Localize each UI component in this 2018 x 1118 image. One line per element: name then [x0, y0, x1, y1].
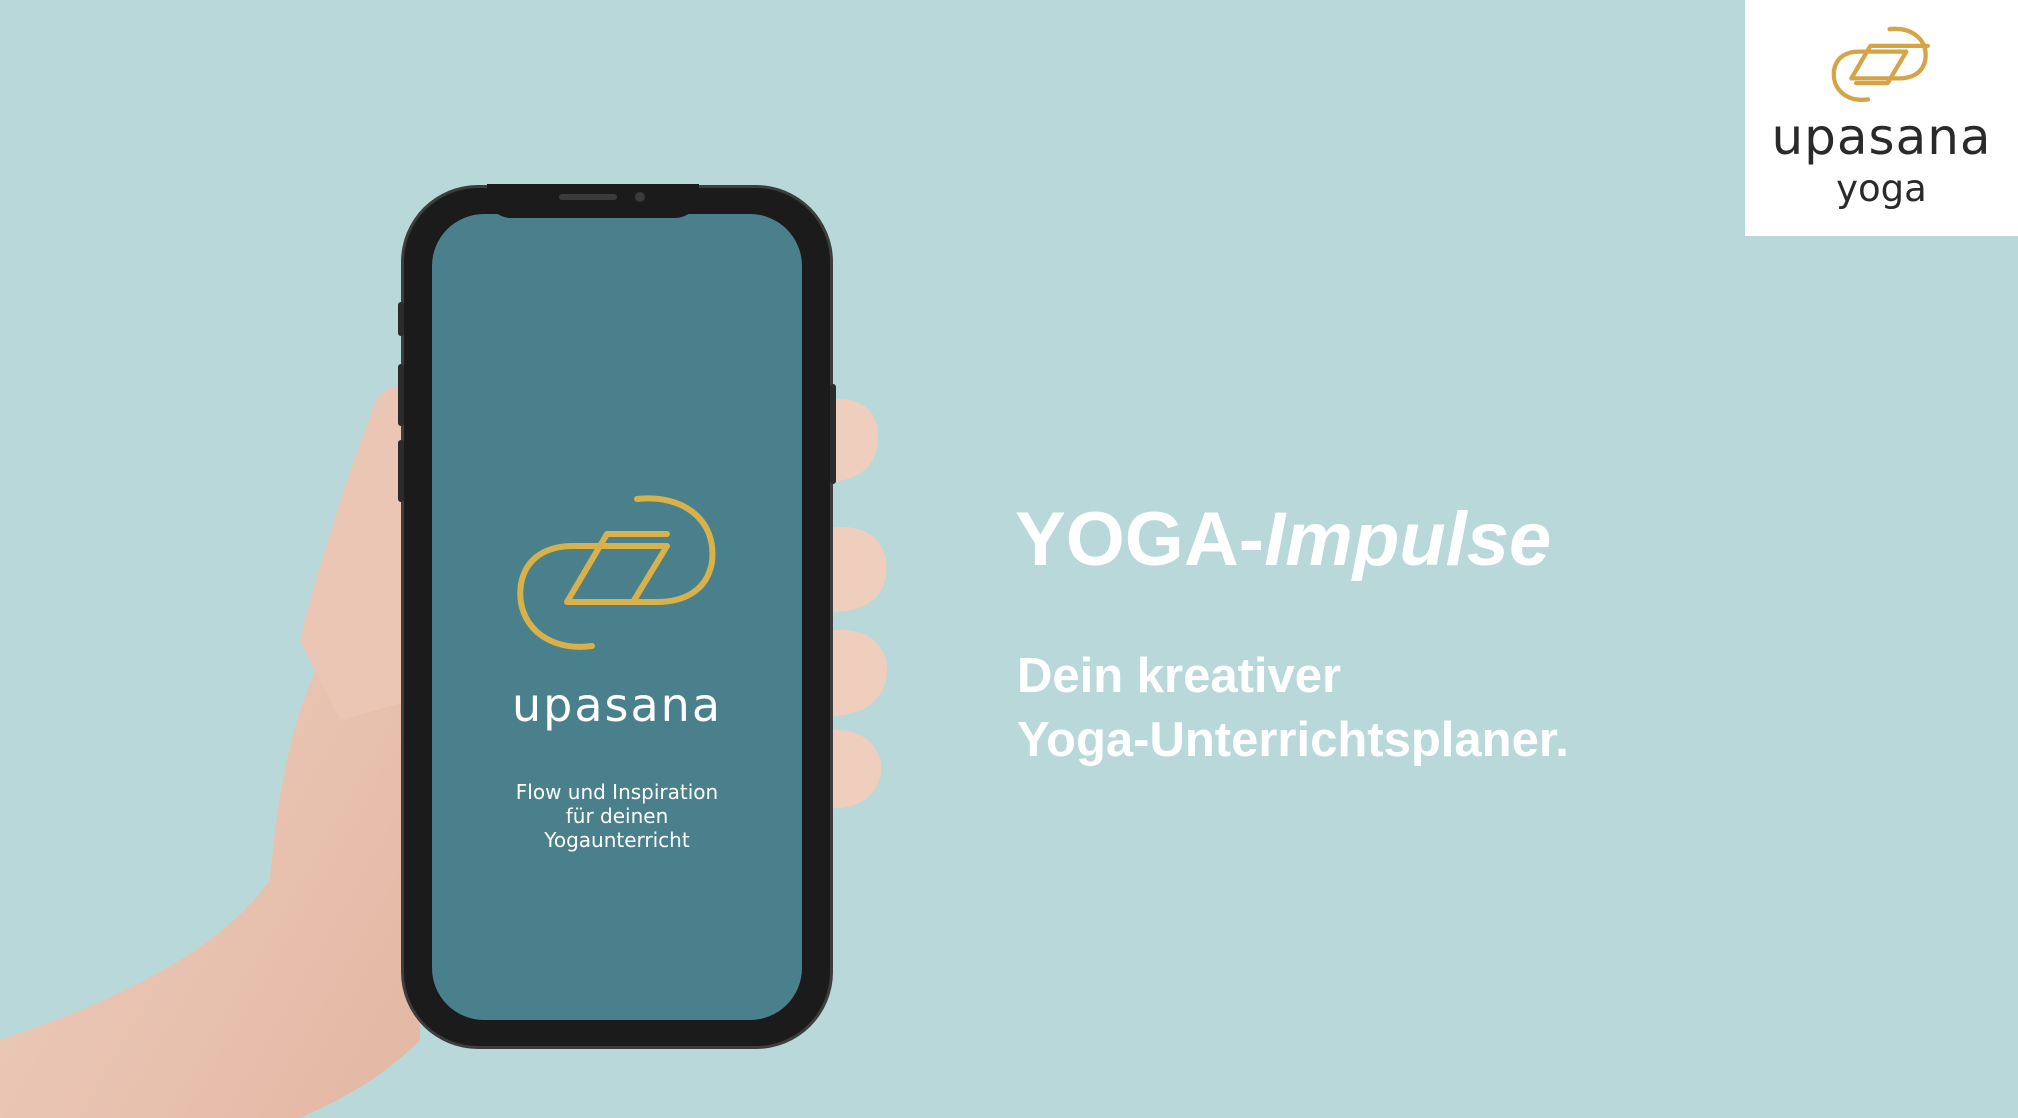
logo-card: upasana yoga [1745, 0, 2018, 236]
subline-line-1: Dein kreativer [1017, 649, 1342, 703]
subline: Dein kreativer Yoga-Unterrichtsplaner. [1017, 644, 1569, 772]
headline-prefix: YOGA- [1015, 497, 1265, 582]
smartphone: upasana Flow und Inspiration für deinen … [398, 184, 836, 1046]
tagline-line: Yogaunterricht [544, 828, 690, 852]
phone-volume-down-button [398, 440, 404, 502]
phone-side-button [398, 302, 404, 336]
tagline-line: für deinen [565, 804, 669, 828]
screen-tagline: Flow und Inspiration für deinen Yogaunte… [432, 780, 802, 852]
phone-camera [635, 192, 645, 202]
phone-power-button [830, 384, 836, 484]
upasana-knot-logo-icon [1831, 26, 1930, 102]
headline: YOGA-Impulse [1015, 502, 1551, 578]
tagline-line: Flow und Inspiration [515, 780, 719, 804]
screen-brand-text: upasana [511, 678, 723, 732]
logo-brand-text: upasana [1771, 108, 1992, 166]
phone-speaker [559, 194, 617, 200]
upasana-knot-logo-icon [517, 495, 716, 650]
phone-notch [487, 184, 699, 218]
headline-italic: Impulse [1264, 497, 1552, 582]
logo-sub-text: yoga [1836, 167, 1927, 210]
subline-line-2: Yoga-Unterrichtsplaner. [1017, 713, 1569, 767]
phone-screen: upasana Flow und Inspiration für deinen … [432, 214, 802, 1020]
phone-volume-up-button [398, 364, 404, 426]
